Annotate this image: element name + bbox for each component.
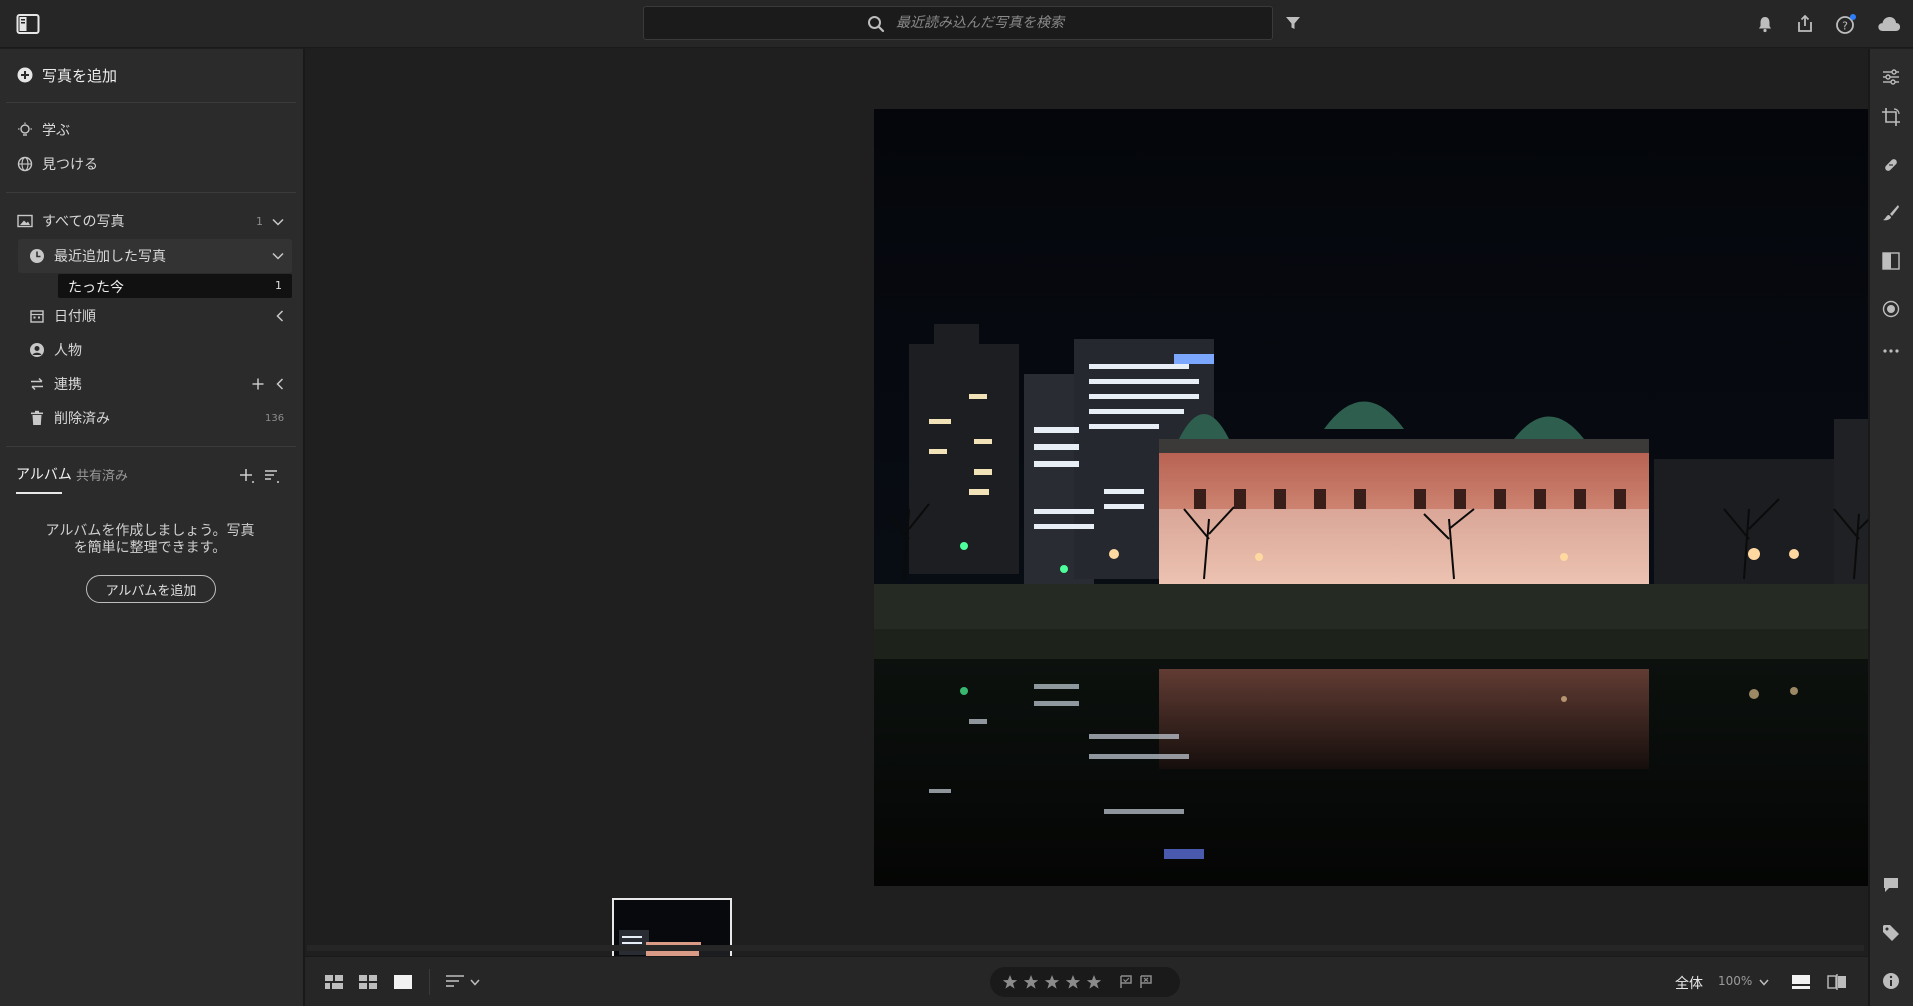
empty-text-line: を簡単に整理できます。 (73, 540, 227, 556)
divider (429, 969, 430, 995)
star-icon[interactable] (1065, 974, 1081, 990)
square-grid-icon[interactable] (322, 970, 346, 994)
sidebar-item-label: 見つける (42, 157, 98, 173)
sidebar-item-label: 日付順 (54, 309, 96, 325)
chevron-down-icon[interactable] (270, 248, 286, 264)
star-icon[interactable] (1002, 974, 1018, 990)
info-icon[interactable] (1879, 969, 1903, 993)
sidebar-item-label: 削除済み (54, 411, 110, 427)
count-badge: 1 (275, 279, 282, 292)
chevron-left-icon[interactable] (272, 308, 288, 324)
radial-gradient-icon[interactable] (1879, 297, 1903, 321)
panel-toggle-icon[interactable] (14, 10, 42, 38)
sidebar-item-label: 連携 (54, 377, 82, 393)
grid-view-icon[interactable] (356, 970, 380, 994)
brush-icon[interactable] (1879, 201, 1903, 225)
tab-albums[interactable]: アルバム (16, 464, 72, 484)
chevron-down-icon[interactable] (1757, 970, 1771, 994)
chevron-down-icon[interactable] (467, 970, 483, 994)
add-album-button[interactable]: アルバムを追加 (86, 575, 216, 603)
sidebar-item-label: 人物 (54, 343, 82, 359)
calendar-icon (28, 307, 46, 325)
filmstrip-toggle-icon[interactable] (1789, 970, 1813, 994)
sidebar-item-label: たった今 (68, 280, 124, 296)
search-box[interactable] (643, 6, 1273, 40)
connections-icon (28, 375, 46, 393)
divider (6, 446, 296, 447)
divider (6, 192, 296, 193)
bottom-toolbar: 全体 100% (305, 956, 1868, 1006)
sidebar-item-learn[interactable]: 学ぶ (0, 114, 305, 146)
trash-icon (28, 409, 46, 427)
chevron-down-icon[interactable] (270, 214, 286, 230)
sidebar-item-just-now[interactable]: たった今 1 (58, 274, 292, 298)
sidebar-item-recently-added[interactable] (18, 239, 292, 273)
add-photos-label: 写真を追加 (42, 66, 118, 85)
fit-zoom-button[interactable]: 全体 (1675, 973, 1703, 993)
linear-gradient-icon[interactable] (1879, 249, 1903, 273)
keyword-tag-icon[interactable] (1879, 921, 1903, 945)
photos-icon (16, 212, 34, 230)
person-icon (28, 341, 46, 359)
plus-circle-icon (16, 66, 34, 84)
cloud-icon[interactable] (1876, 11, 1902, 37)
count-badge: 136 (265, 413, 285, 424)
healing-icon[interactable] (1879, 153, 1903, 177)
comment-icon[interactable] (1879, 873, 1903, 897)
sidebar-item-deleted[interactable]: 削除済み (0, 402, 305, 434)
sidebar-item-people[interactable]: 人物 (0, 334, 305, 366)
left-sidebar: 写真を追加 学ぶ 見つける すべての写真 1 最近追加した写真 たった今 1 日… (0, 49, 305, 1006)
add-album-icon[interactable] (238, 467, 256, 485)
compare-view-icon[interactable] (1825, 970, 1849, 994)
more-icon[interactable] (1879, 339, 1903, 363)
star-icon[interactable] (1086, 974, 1102, 990)
top-bar: ? (0, 0, 1913, 48)
edit-sliders-icon[interactable] (1879, 65, 1903, 89)
right-tool-panel (1868, 49, 1913, 1006)
bell-icon[interactable] (1752, 11, 1778, 37)
sort-icon[interactable] (263, 467, 281, 485)
sidebar-item-discover[interactable]: 見つける (0, 148, 305, 180)
tab-shared[interactable]: 共有済み (76, 465, 128, 484)
share-icon[interactable] (1792, 11, 1818, 37)
sidebar-item-by-date[interactable]: 日付順 (0, 300, 305, 332)
main-photo[interactable] (874, 109, 1910, 886)
zoom-level-button[interactable]: 100% (1718, 974, 1752, 988)
active-tab-underline (16, 492, 62, 494)
filter-icon[interactable] (1282, 12, 1304, 34)
star-icon[interactable] (1044, 974, 1060, 990)
pick-flag-icon[interactable] (1118, 974, 1134, 990)
add-connection-icon[interactable] (250, 376, 266, 392)
help-icon[interactable]: ? (1833, 11, 1859, 37)
sidebar-item-label: すべての写真 (42, 214, 125, 230)
reject-flag-icon[interactable] (1138, 974, 1154, 990)
albums-empty-message: アルバムを作成しましょう。写真 を簡単に整理できます。 (40, 523, 260, 557)
sort-options-icon[interactable] (443, 970, 467, 994)
svg-text:?: ? (1842, 20, 1848, 33)
star-icon[interactable] (1023, 974, 1039, 990)
rating-flag-control (990, 967, 1180, 997)
search-input[interactable] (894, 11, 1254, 35)
lightbulb-icon (16, 121, 34, 139)
empty-text-line: アルバムを作成しましょう。写真 (45, 523, 255, 539)
filmstrip-scrollbar[interactable] (307, 945, 1864, 951)
divider (6, 102, 296, 103)
chevron-left-icon[interactable] (272, 376, 288, 392)
search-icon (866, 14, 886, 34)
detail-view-icon[interactable] (391, 970, 415, 994)
count-badge: 1 (256, 215, 263, 228)
sidebar-item-label: 学ぶ (42, 123, 70, 139)
crop-icon[interactable] (1879, 105, 1903, 129)
main-view (305, 49, 1910, 1006)
globe-icon (16, 155, 34, 173)
add-photos-button[interactable]: 写真を追加 (0, 59, 305, 91)
